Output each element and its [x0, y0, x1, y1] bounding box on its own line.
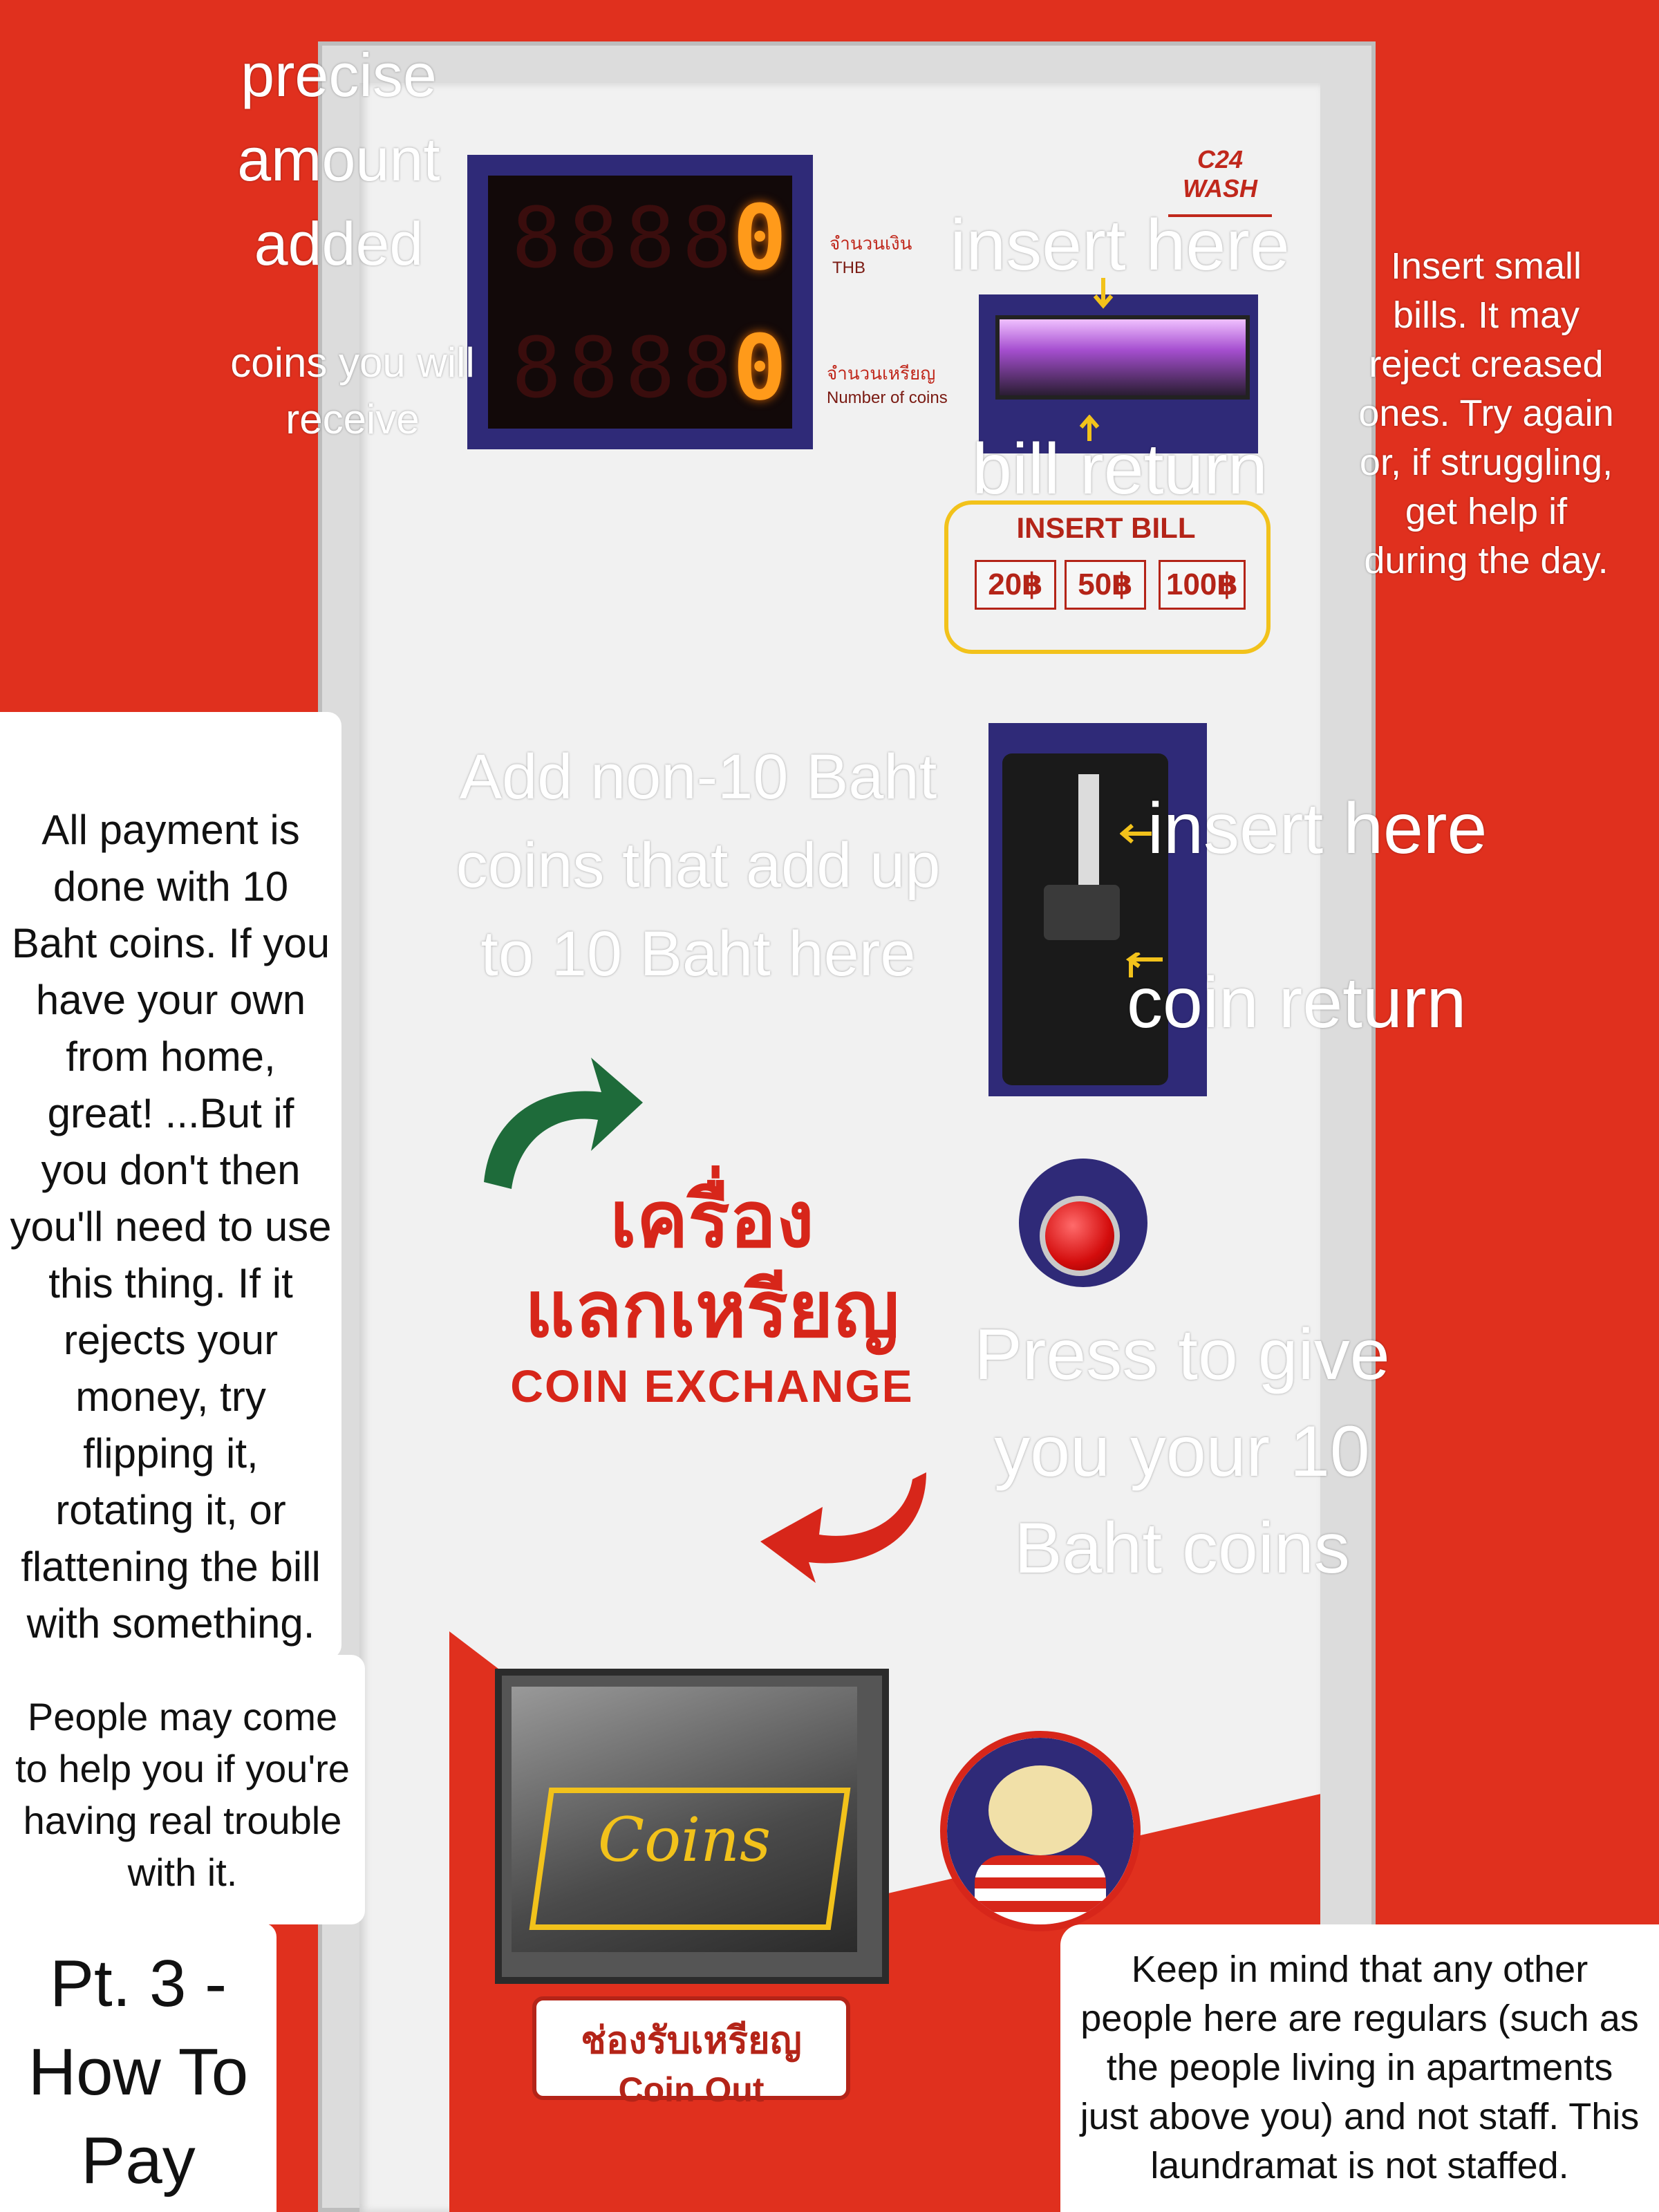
bear-striped-shirt — [975, 1855, 1106, 1924]
annotation-coins-receive: coins you will receive — [230, 339, 475, 442]
annotation-bill-return: bill return — [972, 429, 1268, 509]
green-curved-arrow-icon — [484, 1058, 643, 1189]
help-note-box: People may come to help you if you're ha… — [0, 1655, 365, 1924]
regulars-note-text: Keep in mind that any other people here … — [1080, 1949, 1640, 2186]
dispense-coins-button[interactable] — [1040, 1196, 1120, 1276]
annotation-insert-here-bill: insert here — [950, 205, 1290, 285]
bill-denomination-50: 50฿ — [1065, 560, 1146, 610]
annotation-bill-note: Insert small bills. It may reject crease… — [1358, 245, 1614, 581]
led-ghost-digits: 8888 — [512, 321, 739, 417]
amount-label-th: จำนวนเงิน — [830, 233, 912, 254]
coins-label-en: Number of coins — [827, 388, 948, 407]
payment-note-box: All payment is done with 10 Baht coins. … — [0, 712, 341, 1659]
amount-display-value: 0 — [733, 185, 787, 290]
red-curved-arrow-icon — [760, 1472, 926, 1583]
help-note-text: People may come to help you if you're ha… — [15, 1695, 350, 1894]
coin-exchange-title: เครื่อง แลกเหรียญ COIN EXCHANGE — [484, 1175, 940, 1417]
payment-note-text: All payment is done with 10 Baht coins. … — [10, 807, 332, 1647]
coin-out-label-th: ช่องรับเหรียญ — [581, 2020, 802, 2061]
annotation-press-note: Press to give you your 10 Baht coins — [974, 1315, 1390, 1588]
bill-denomination-100: 100฿ — [1159, 560, 1246, 610]
regulars-note-box: Keep in mind that any other people here … — [1060, 1924, 1659, 2212]
coin-out-label: ช่องรับเหรียญ Coin Out — [532, 1996, 850, 2109]
part-title-box: Pt. 3 - How To Pay — [0, 1923, 276, 2212]
bear-face-icon — [988, 1765, 1092, 1855]
annotation-coin-note: Add non-10 Baht coins that add up to 10 … — [456, 742, 941, 989]
coin-slot[interactable] — [1078, 774, 1099, 885]
annotation-coin-return: coin return — [1127, 963, 1467, 1043]
coins-display-value: 0 — [733, 315, 787, 420]
insert-bill-label: INSERT BILL — [1016, 512, 1196, 544]
led-ghost-digits: 8888 — [512, 191, 739, 287]
coins-label-th: จำนวนเหรียญ — [827, 363, 936, 384]
coin-return-lever[interactable] — [1044, 885, 1120, 940]
title-en: COIN EXCHANGE — [510, 1360, 914, 1412]
annotation-insert-here-coin: insert here — [1147, 789, 1488, 869]
arrow-down-icon — [1093, 278, 1114, 309]
part-title: Pt. 3 - How To Pay — [28, 1947, 249, 2197]
title-th-line2: แลกเหรียญ — [525, 1266, 899, 1353]
bear-mascot-sticker — [940, 1731, 1141, 1931]
bill-slot[interactable] — [995, 315, 1250, 400]
bill-denomination-20: 20฿ — [975, 560, 1056, 610]
coins-handwritten-label: Coins — [597, 1804, 771, 1875]
amount-label-en: THB — [832, 259, 865, 277]
annotation-precise-amount: precise amount added — [237, 41, 440, 278]
coin-out-label-en: Coin Out — [618, 2070, 765, 2109]
